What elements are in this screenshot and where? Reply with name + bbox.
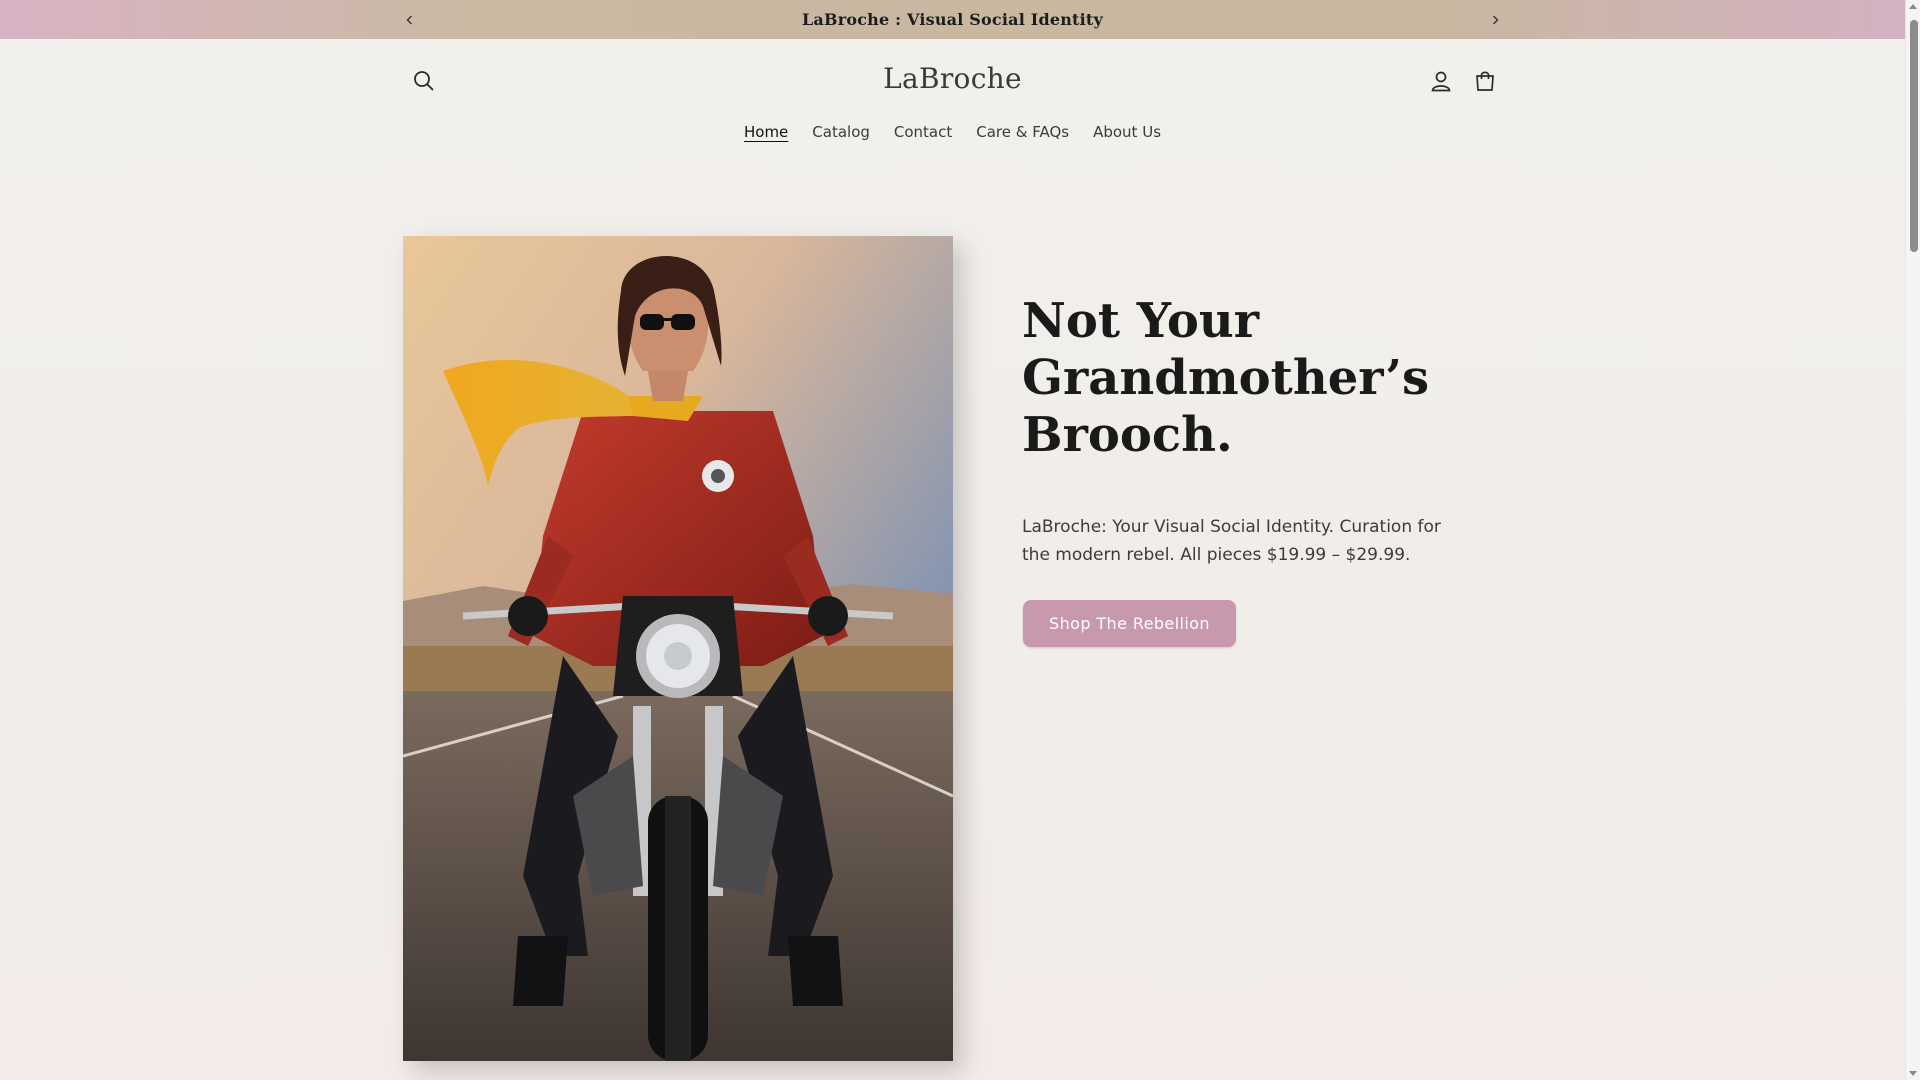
main-nav: Home Catalog Contact Care & FAQs About U… (0, 123, 1905, 141)
nav-item-contact[interactable]: Contact (882, 123, 964, 141)
site-logo[interactable]: LaBroche (0, 62, 1905, 95)
chevron-left-icon[interactable] (398, 8, 422, 32)
user-icon[interactable] (1421, 61, 1461, 101)
shop-the-rebellion-button[interactable]: Shop The Rebellion (1023, 600, 1236, 647)
chevron-right-icon[interactable] (1483, 8, 1507, 32)
scroll-thumb[interactable] (1910, 20, 1918, 252)
nav-item-catalog[interactable]: Catalog (800, 123, 882, 141)
scroll-up-icon[interactable] (1909, 4, 1917, 9)
site-header: LaBroche Home Catalog Contact Care & FAQ… (0, 39, 1905, 169)
cart-icon[interactable] (1465, 61, 1505, 101)
nav-item-home[interactable]: Home (732, 123, 800, 141)
nav-item-care-faqs[interactable]: Care & FAQs (964, 123, 1081, 141)
nav-item-about-us[interactable]: About Us (1081, 123, 1173, 141)
announcement-bar: LaBroche : Visual Social Identity (0, 0, 1905, 39)
hero-description: LaBroche: Your Visual Social Identity. C… (1022, 517, 1441, 565)
hero-image (403, 236, 953, 1061)
scroll-down-icon[interactable] (1909, 1071, 1917, 1076)
announcement-text: LaBroche : Visual Social Identity (801, 10, 1103, 29)
hero-title: Not Your Grandmother’s Brooch. (1022, 293, 1430, 463)
page-scrollbar[interactable] (1905, 0, 1920, 1080)
